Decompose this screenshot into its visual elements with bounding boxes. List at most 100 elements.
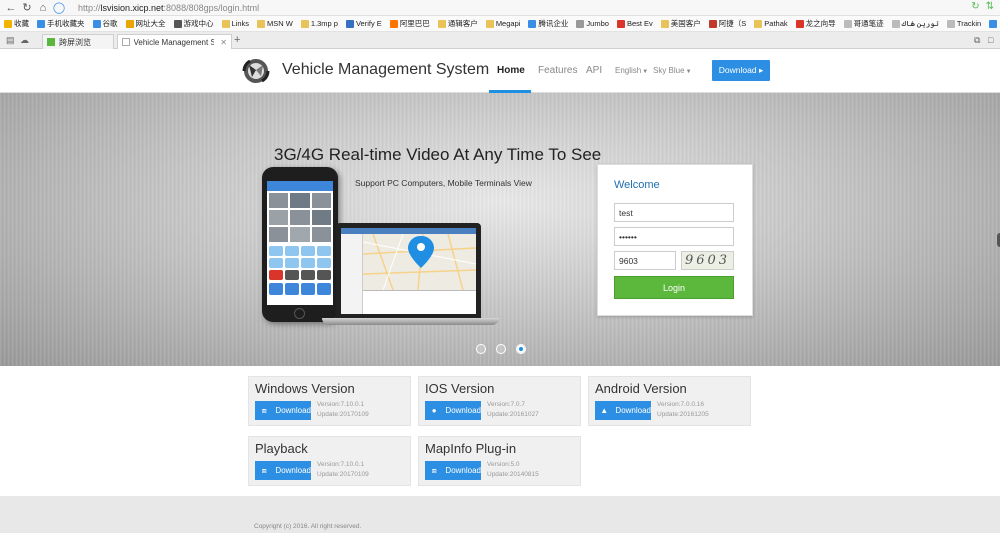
download-card: MapInfo Plug-in ⧈ Download Version:5.0 Updat… (418, 436, 581, 486)
bookmark-icon (345, 19, 354, 28)
nav-features[interactable]: Features (538, 65, 577, 76)
bookmarks-bar: 收藏 手机收藏夹 谷歌 网址大全 游戏中心 Links MSN W 1.3mp p Verify… (0, 16, 1000, 32)
download-card: IOS Version ● Download Version:7.0.7 Update:… (418, 376, 581, 426)
carousel-dot-3[interactable] (516, 344, 526, 354)
sidebar-toggle-icon[interactable]: ▤ (6, 35, 15, 46)
phone-illustration (262, 167, 338, 322)
card-meta: Version:7.0.0.16 Update:20161205 (657, 400, 709, 420)
bookmark-item[interactable]: 阿捷（S (708, 18, 746, 29)
bookmark-item[interactable]: 美国客户 (660, 18, 701, 29)
theme-dropdown[interactable]: Sky Blue▼ (653, 66, 692, 75)
extensions-icon[interactable]: ⇅ (986, 1, 994, 12)
bookmark-icon (795, 19, 804, 28)
bookmark-icon (300, 19, 309, 28)
map-icon (363, 234, 476, 290)
bookmark-item[interactable]: Best Ev (616, 19, 653, 28)
reload-icon[interactable]: ↻ (20, 1, 34, 15)
download-button[interactable]: Download ▸ (712, 60, 770, 81)
android-icon: ▲ (600, 406, 609, 415)
tab-cross-screen[interactable]: 跨屏浏览 (42, 34, 114, 49)
carousel-indicators (476, 344, 526, 354)
restore-icon[interactable]: ⧉ (974, 35, 980, 46)
card-download-button[interactable]: ⧈ Download (255, 461, 311, 480)
bookmark-item[interactable]: Pathak (754, 19, 788, 28)
caret-down-icon: ▼ (642, 69, 649, 75)
carousel-dot-2[interactable] (496, 344, 506, 354)
carousel-dot-1[interactable] (476, 344, 486, 354)
bookmark-icon (4, 19, 12, 28)
logo-icon (242, 59, 270, 83)
bookmark-item[interactable]: 1.3mp p (300, 19, 338, 28)
apple-icon: ● (431, 406, 437, 415)
bookmark-item[interactable]: 多年收藏 (989, 18, 1000, 29)
card-download-button[interactable]: ● Download (425, 401, 481, 420)
update-text: Update:20140815 (487, 471, 539, 478)
bookmark-icon (37, 19, 45, 28)
hero-subtitle: Support PC Computers, Mobile Terminals V… (355, 178, 532, 188)
bookmark-item[interactable]: Jumbo (576, 19, 609, 28)
password-field[interactable] (614, 227, 734, 246)
bookmark-item[interactable]: 阿里巴巴 (389, 18, 430, 29)
bookmark-icon (173, 19, 182, 28)
site-info-icon[interactable]: ◯ (52, 1, 66, 15)
version-text: Version:7.0.0.16 (657, 401, 704, 408)
captcha-input[interactable] (614, 251, 676, 270)
login-button[interactable]: Login (614, 276, 734, 299)
update-text: Update:20170109 (317, 411, 369, 418)
home-icon[interactable]: ⌂ (36, 1, 50, 15)
update-text: Update:20161205 (657, 411, 709, 418)
captcha-image[interactable]: 9603 (681, 251, 734, 270)
cloud-icon[interactable]: ☁ (20, 35, 29, 46)
back-icon[interactable]: ← (4, 1, 18, 15)
browser-address-bar: ← ↻ ⌂ ◯ http://lsvision.xicp.net:8088/80… (0, 0, 1000, 16)
login-title: Welcome (614, 179, 660, 191)
bookmark-item[interactable]: 收藏 (4, 18, 29, 29)
nav-api[interactable]: API (586, 65, 602, 76)
nav-home[interactable]: Home (497, 65, 525, 76)
refresh-status-icon[interactable]: ↻ (971, 1, 979, 12)
bookmark-item[interactable]: MSN W (257, 19, 293, 28)
bookmark-item[interactable]: 网址大全 (125, 18, 166, 29)
url-field[interactable]: http://lsvision.xicp.net:8088/808gps/log… (78, 3, 259, 13)
card-title: IOS Version (425, 381, 495, 396)
card-download-button[interactable]: ▲ Download (595, 401, 651, 420)
page-icon (122, 38, 130, 46)
bookmark-item[interactable]: تورين ۿاك (891, 19, 939, 28)
windows-icon: ⧈ (261, 405, 267, 415)
update-text: Update:20161027 (487, 411, 539, 418)
hero-title: 3G/4G Real-time Video At Any Time To See (274, 145, 602, 164)
version-text: Version:5.0 (487, 461, 520, 468)
card-meta: Version:5.0 Update:20140815 (487, 460, 539, 480)
bookmark-icon (485, 19, 494, 28)
new-tab-icon[interactable]: + (234, 34, 240, 46)
card-meta: Version:7.10.0.1 Update:20170109 (317, 460, 369, 480)
download-card: Android Version ▲ Download Version:7.0.0.16… (588, 376, 751, 426)
bookmark-item[interactable]: Links (221, 19, 249, 28)
bookmark-icon (989, 19, 998, 28)
language-dropdown[interactable]: English▼ (615, 66, 648, 75)
card-title: Android Version (595, 381, 687, 396)
username-field[interactable] (614, 203, 734, 222)
version-text: Version:7.10.0.1 (317, 401, 364, 408)
card-download-button[interactable]: ⧈ Download (255, 401, 311, 420)
card-download-button[interactable]: ⧈ Download (425, 461, 481, 480)
close-tab-icon[interactable]: ✕ (220, 38, 227, 47)
bookmark-item[interactable]: 龙之向导 (795, 18, 836, 29)
bookmark-item[interactable]: Verify E (345, 19, 382, 28)
tab-vehicle-management[interactable]: Vehicle Management Syster ✕ (117, 34, 232, 49)
bookmark-item[interactable]: Megapi (485, 19, 520, 28)
bookmark-item[interactable]: Trackin (946, 19, 981, 28)
bookmark-icon (843, 19, 852, 28)
bookmark-item[interactable]: 腾讯企业 (528, 18, 568, 29)
bookmark-item[interactable]: 哥通笔迹 (843, 18, 884, 29)
bookmark-item[interactable]: 手机收藏夹 (37, 18, 85, 29)
tab-list-icon[interactable]: □ (988, 35, 993, 45)
bookmark-icon (946, 19, 955, 28)
bookmark-item[interactable]: 通辑客户 (437, 18, 478, 29)
bookmark-item[interactable]: 游戏中心 (173, 18, 214, 29)
bookmark-icon (754, 19, 763, 28)
downloads-section: Windows Version ⧈ Download Version:7.10.0.1… (0, 366, 1000, 496)
bookmark-icon (576, 19, 585, 28)
version-text: Version:7.0.7 (487, 401, 525, 408)
bookmark-item[interactable]: 谷歌 (92, 18, 118, 29)
